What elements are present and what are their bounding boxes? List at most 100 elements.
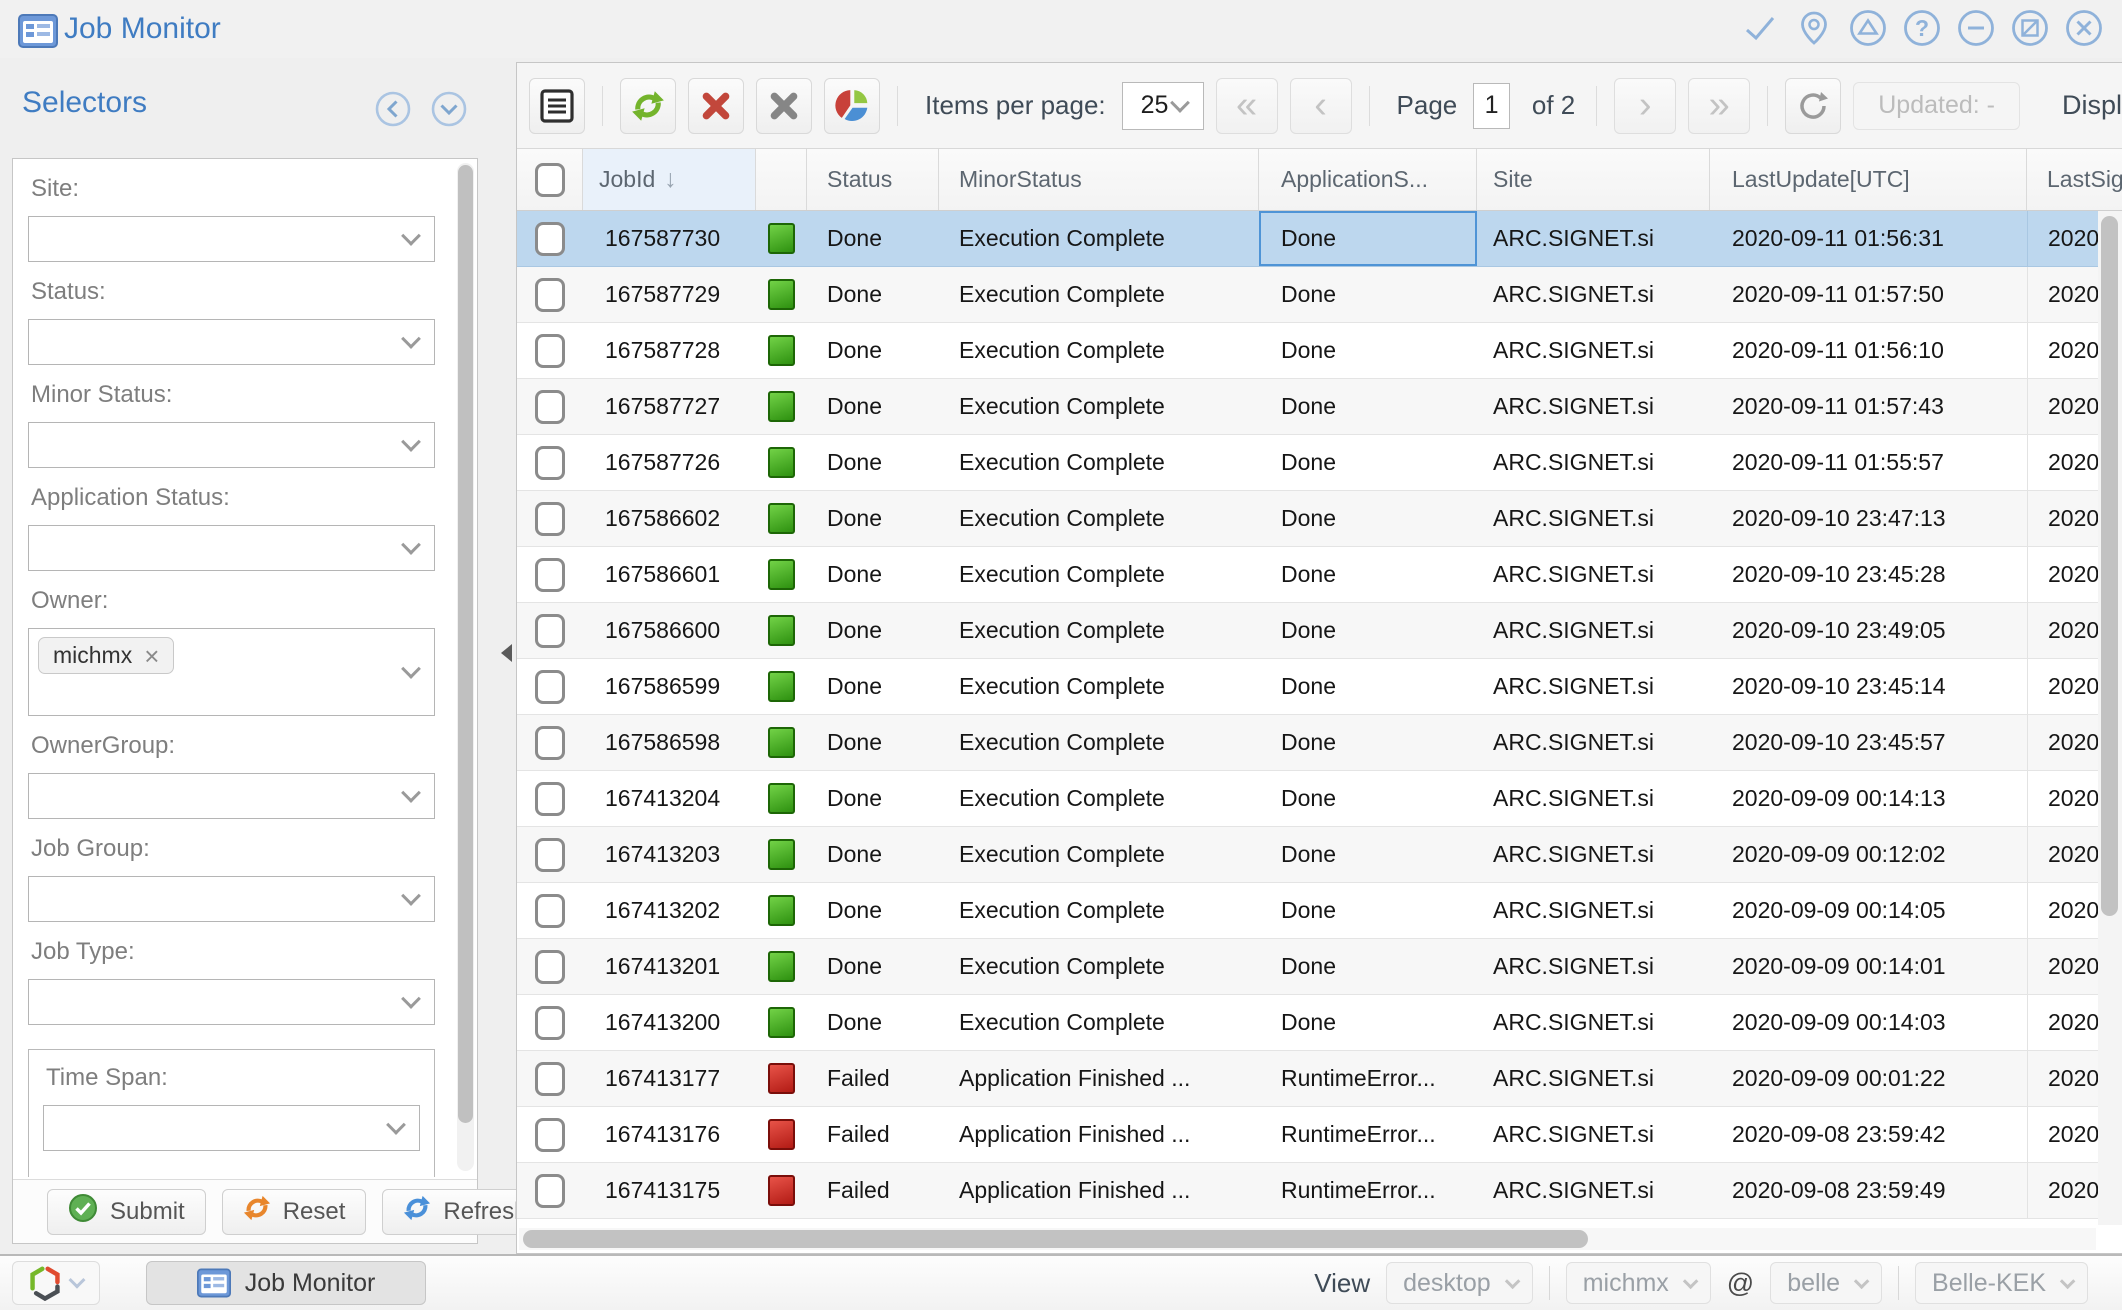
page-number-input[interactable]: 1 [1473, 83, 1510, 129]
cell-site[interactable]: ARC.SIGNET.si [1477, 659, 1710, 714]
selector-combo-status[interactable] [28, 319, 435, 365]
row-checkbox[interactable] [535, 614, 565, 648]
row-checkbox[interactable] [535, 558, 565, 592]
row-checkbox[interactable] [535, 726, 565, 760]
column-header-minor[interactable]: MinorStatus [939, 149, 1259, 210]
cell-lastsig[interactable]: 2020 [2027, 827, 2098, 882]
cell-app[interactable]: Done [1259, 939, 1477, 994]
cell-site[interactable]: ARC.SIGNET.si [1477, 939, 1710, 994]
cell-minor[interactable]: Execution Complete [939, 491, 1259, 546]
cell-status[interactable]: Done [807, 771, 939, 826]
cell-icon[interactable] [756, 211, 807, 266]
row-checkbox[interactable] [535, 222, 565, 256]
cell-jobid[interactable]: 167413200 [583, 995, 756, 1050]
selector-combo-minorstatus[interactable] [28, 422, 435, 468]
selectors-vertical-scrollbar[interactable] [457, 163, 474, 1171]
row-checkbox[interactable] [535, 334, 565, 368]
cell-icon[interactable] [756, 379, 807, 434]
help-icon[interactable]: ? [1900, 6, 1944, 50]
cell-lastsig[interactable]: 2020 [2027, 883, 2098, 938]
select-all-checkbox[interactable] [535, 163, 565, 197]
cell-status[interactable]: Failed [807, 1163, 939, 1218]
delete-job-icon[interactable] [756, 78, 812, 134]
cell-site[interactable]: ARC.SIGNET.si [1477, 491, 1710, 546]
cell-icon[interactable] [756, 1051, 807, 1106]
cell-jobid[interactable]: 167413177 [583, 1051, 756, 1106]
row-select-cell[interactable] [517, 379, 583, 434]
table-row[interactable]: 167587728DoneExecution CompleteDoneARC.S… [517, 323, 2098, 379]
row-select-cell[interactable] [517, 323, 583, 378]
cell-status[interactable]: Done [807, 995, 939, 1050]
cell-status[interactable]: Done [807, 267, 939, 322]
row-select-cell[interactable] [517, 883, 583, 938]
cell-update[interactable]: 2020-09-10 23:49:05 [1710, 603, 2027, 658]
cell-jobid[interactable]: 167413201 [583, 939, 756, 994]
selector-combo-owner[interactable]: michmx× [28, 628, 435, 716]
setup-select[interactable]: Belle-KEK [1915, 1262, 2088, 1304]
cell-update[interactable]: 2020-09-08 23:59:49 [1710, 1163, 2027, 1218]
cell-lastsig[interactable]: 2020 [2027, 1107, 2098, 1162]
cell-app[interactable]: Done [1259, 995, 1477, 1050]
updated-button[interactable]: Updated: - [1853, 82, 2020, 130]
location-pin-icon[interactable] [1792, 6, 1836, 50]
collapse-panel-icon[interactable] [372, 88, 414, 135]
grid-vertical-scrollbar[interactable] [2098, 211, 2122, 1225]
row-select-cell[interactable] [517, 603, 583, 658]
user-select[interactable]: michmx [1566, 1262, 1711, 1304]
row-checkbox[interactable] [535, 950, 565, 984]
cell-lastsig[interactable]: 2020 [2027, 995, 2098, 1050]
column-header-icon[interactable] [756, 149, 807, 210]
cell-minor[interactable]: Execution Complete [939, 659, 1259, 714]
cell-jobid[interactable]: 167587729 [583, 267, 756, 322]
table-row[interactable]: 167413204DoneExecution CompleteDoneARC.S… [517, 771, 2098, 827]
cell-jobid[interactable]: 167586602 [583, 491, 756, 546]
expand-down-icon[interactable] [428, 88, 470, 135]
cell-jobid[interactable]: 167413175 [583, 1163, 756, 1218]
collapse-up-icon[interactable] [1846, 6, 1890, 50]
table-row[interactable]: 167413200DoneExecution CompleteDoneARC.S… [517, 995, 2098, 1051]
row-select-cell[interactable] [517, 995, 583, 1050]
cell-icon[interactable] [756, 323, 807, 378]
selector-combo-jobtype[interactable] [28, 979, 435, 1025]
row-select-cell[interactable] [517, 715, 583, 770]
row-select-cell[interactable] [517, 827, 583, 882]
cell-jobid[interactable]: 167413204 [583, 771, 756, 826]
row-checkbox[interactable] [535, 1062, 565, 1096]
cell-minor[interactable]: Execution Complete [939, 323, 1259, 378]
row-select-cell[interactable] [517, 1051, 583, 1106]
cell-status[interactable]: Done [807, 379, 939, 434]
cell-minor[interactable]: Execution Complete [939, 435, 1259, 490]
cell-minor[interactable]: Execution Complete [939, 995, 1259, 1050]
selector-combo-jobgroup[interactable] [28, 876, 435, 922]
cell-app[interactable]: Done [1259, 603, 1477, 658]
cell-update[interactable]: 2020-09-11 01:57:43 [1710, 379, 2027, 434]
cell-minor[interactable]: Execution Complete [939, 827, 1259, 882]
cell-app[interactable]: Done [1259, 435, 1477, 490]
column-header-site[interactable]: Site [1477, 149, 1710, 210]
cell-site[interactable]: ARC.SIGNET.si [1477, 1163, 1710, 1218]
row-select-cell[interactable] [517, 771, 583, 826]
cell-site[interactable]: ARC.SIGNET.si [1477, 547, 1710, 602]
cell-status[interactable]: Done [807, 435, 939, 490]
cell-status[interactable]: Done [807, 827, 939, 882]
cell-update[interactable]: 2020-09-11 01:57:50 [1710, 267, 2027, 322]
table-row[interactable]: 167413177FailedApplication Finished ...R… [517, 1051, 2098, 1107]
cell-app[interactable]: Done [1259, 771, 1477, 826]
cell-jobid[interactable]: 167586598 [583, 715, 756, 770]
cell-app[interactable]: RuntimeError... [1259, 1051, 1477, 1106]
cell-minor[interactable]: Execution Complete [939, 771, 1259, 826]
cell-status[interactable]: Failed [807, 1051, 939, 1106]
cell-site[interactable]: ARC.SIGNET.si [1477, 379, 1710, 434]
cell-jobid[interactable]: 167587728 [583, 323, 756, 378]
row-checkbox[interactable] [535, 278, 565, 312]
cell-status[interactable]: Done [807, 659, 939, 714]
cell-jobid[interactable]: 167586601 [583, 547, 756, 602]
submit-button[interactable]: Submit [47, 1189, 206, 1235]
cell-app[interactable]: Done [1259, 211, 1477, 266]
cell-icon[interactable] [756, 771, 807, 826]
cell-lastsig[interactable]: 2020 [2027, 323, 2098, 378]
cell-status[interactable]: Done [807, 603, 939, 658]
row-checkbox[interactable] [535, 782, 565, 816]
cell-lastsig[interactable]: 2020 [2027, 491, 2098, 546]
first-page-button[interactable]: « [1216, 78, 1278, 134]
